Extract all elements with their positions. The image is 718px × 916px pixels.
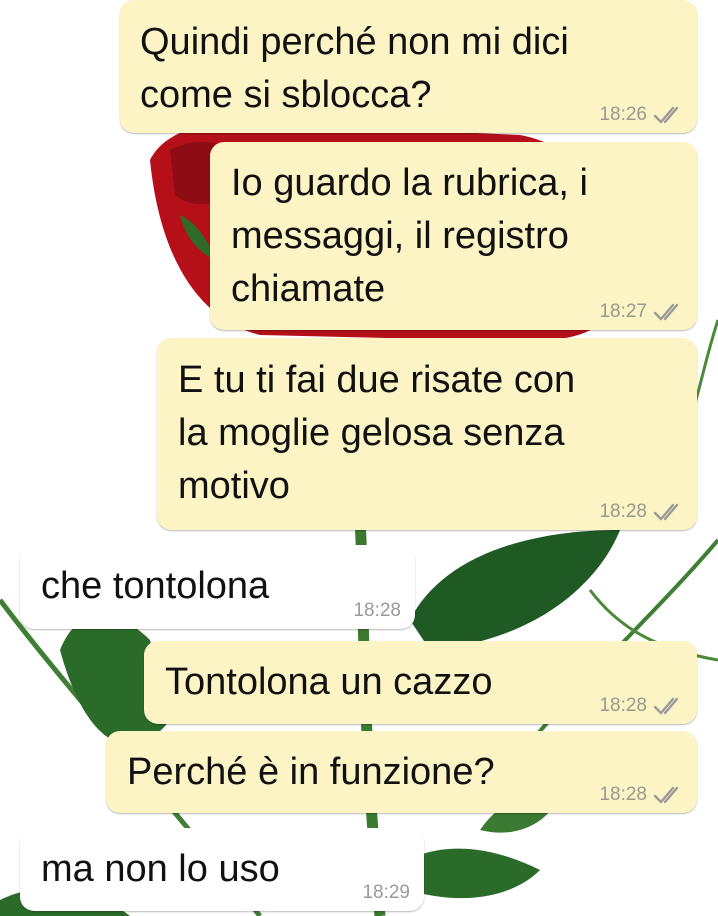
- message-text: Perché è in funzione?: [127, 751, 495, 793]
- message-meta: 18:28: [599, 502, 683, 522]
- double-check-icon: [653, 303, 679, 321]
- outgoing-message[interactable]: E tu ti fai due risate con la moglie gel…: [157, 338, 697, 530]
- message-text: Tontolona un cazzo: [165, 661, 493, 703]
- incoming-message[interactable]: che tontolona 18:28: [20, 545, 415, 629]
- message-text: che tontolona: [41, 565, 270, 607]
- message-time: 18:29: [362, 882, 410, 903]
- message-time: 18:28: [599, 784, 647, 805]
- message-text: ma non lo uso: [41, 848, 280, 890]
- message-meta: 18:27: [599, 302, 683, 322]
- outgoing-message[interactable]: Quindi perché non mi dici come si sblocc…: [120, 0, 697, 133]
- message-time: 18:28: [353, 600, 401, 621]
- message-meta: 18:26: [599, 105, 683, 125]
- message-time: 18:27: [599, 301, 647, 322]
- rose-leaf: [410, 530, 620, 650]
- message-time: 18:28: [599, 695, 647, 716]
- outgoing-message[interactable]: Tontolona un cazzo 18:28: [144, 641, 697, 724]
- message-text: Quindi perché non mi dici come si sblocc…: [140, 21, 569, 116]
- message-time: 18:26: [599, 104, 647, 125]
- double-check-icon: [653, 697, 679, 715]
- message-meta: 18:29: [362, 883, 410, 903]
- message-text: E tu ti fai due risate con la moglie gel…: [178, 359, 576, 507]
- double-check-icon: [653, 106, 679, 124]
- outgoing-message[interactable]: Io guardo la rubrica, i messaggi, il reg…: [210, 142, 697, 330]
- message-meta: 18:28: [599, 696, 683, 716]
- message-meta: 18:28: [599, 785, 683, 805]
- double-check-icon: [653, 503, 679, 521]
- incoming-message[interactable]: ma non lo uso 18:29: [20, 828, 424, 911]
- message-text: Io guardo la rubrica, i messaggi, il reg…: [231, 162, 588, 310]
- message-time: 18:28: [599, 501, 647, 522]
- outgoing-message[interactable]: Perché è in funzione? 18:28: [106, 731, 697, 813]
- double-check-icon: [653, 786, 679, 804]
- message-meta: 18:28: [353, 601, 401, 621]
